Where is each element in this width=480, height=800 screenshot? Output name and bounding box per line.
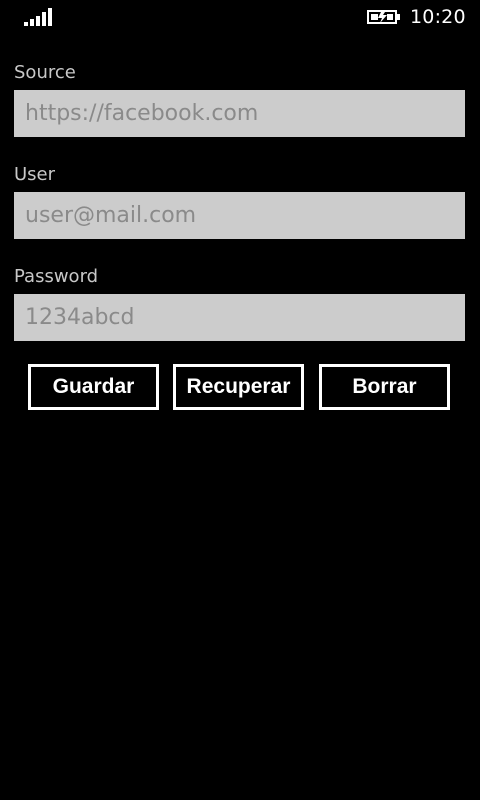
signal-strength-icon bbox=[24, 8, 52, 26]
user-input[interactable] bbox=[14, 192, 465, 239]
user-label: User bbox=[14, 164, 56, 185]
password-label: Password bbox=[14, 266, 99, 287]
source-label: Source bbox=[14, 62, 76, 83]
guardar-button[interactable]: Guardar bbox=[28, 364, 159, 410]
source-input[interactable] bbox=[14, 90, 465, 137]
app-screen: 10:20 Source User Password Guardar Recup… bbox=[0, 0, 480, 800]
recuperar-button[interactable]: Recuperar bbox=[173, 364, 304, 410]
battery-charging-icon bbox=[367, 10, 400, 24]
status-time: 10:20 bbox=[410, 6, 466, 28]
status-bar: 10:20 bbox=[0, 0, 480, 34]
borrar-button[interactable]: Borrar bbox=[319, 364, 450, 410]
password-input[interactable] bbox=[14, 294, 465, 341]
